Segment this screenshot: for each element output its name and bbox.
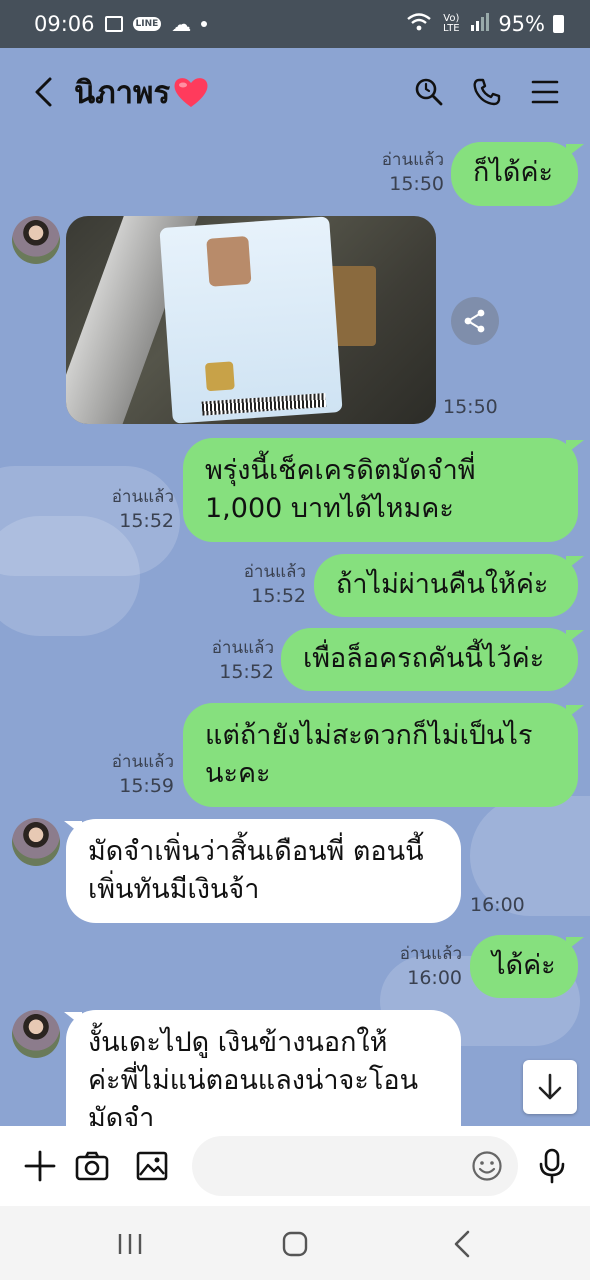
menu-icon[interactable]: [526, 73, 564, 111]
id-card-image: [159, 216, 343, 424]
message-text: ได้ค่ะ: [492, 950, 556, 981]
chat-area[interactable]: อ่านแล้ว 15:50 ก็ได้ค่ะ 15:50 อ่านแล้ว 1…: [0, 136, 590, 1126]
home-icon[interactable]: [275, 1224, 315, 1264]
message-input-bar: [0, 1126, 590, 1206]
message-text: เพื่อล็อครถคันนี้ไว้ค่ะ: [303, 643, 545, 674]
message-text-line: พรุ่งนี้เช็คเครดิตมัดจำพี่: [205, 455, 476, 486]
contact-name: นิภาพร: [74, 75, 171, 111]
emoji-icon[interactable]: [470, 1149, 504, 1183]
outgoing-message[interactable]: ถ้าไม่ผ่านคืนให้ค่ะ: [314, 554, 578, 617]
dot-icon: [201, 21, 208, 27]
incoming-message[interactable]: มัดจำเพิ่นว่าสิ้นเดือนพี่ ตอนนี้ เพิ่นทั…: [66, 819, 461, 923]
message-meta: อ่านแล้ว 16:00: [400, 942, 462, 990]
status-time: 09:06: [34, 12, 95, 36]
search-icon[interactable]: [410, 73, 448, 111]
message-time: 16:00: [470, 894, 525, 916]
heart-icon: [172, 75, 210, 109]
outgoing-message[interactable]: พรุ่งนี้เช็คเครดิตมัดจำพี่ 1,000 บาทได้ไ…: [183, 438, 578, 542]
avatar[interactable]: [12, 1010, 60, 1058]
scroll-to-bottom-button[interactable]: [523, 1060, 577, 1114]
nav-back-icon[interactable]: [442, 1224, 482, 1264]
contact-title[interactable]: นิภาพร: [74, 67, 210, 117]
message-text-line: ค่ะพี่ไม่แน่ตอนแลงน่าจะโอน: [88, 1065, 419, 1096]
wifi-icon: [406, 12, 432, 37]
message-time: 15:50: [389, 173, 444, 195]
outgoing-message[interactable]: เพื่อล็อครถคันนี้ไว้ค่ะ: [281, 628, 578, 691]
battery-percent: 95%: [498, 12, 545, 36]
line-icon: LINE: [132, 17, 162, 31]
message-text-line: งั้นเดะไปดู เงินข้างนอกให้: [88, 1027, 388, 1058]
message-text-line: 1,000 บาทได้ไหมคะ: [205, 493, 454, 524]
message-meta: อ่านแล้ว 15:52: [112, 485, 174, 533]
signal-icon: [470, 12, 490, 37]
chat-header: นิภาพร: [0, 48, 590, 136]
message-text-line: นะคะ: [205, 758, 271, 789]
message-meta: อ่านแล้ว 15:59: [112, 750, 174, 798]
read-receipt: อ่านแล้ว: [111, 752, 174, 772]
battery-icon: [553, 15, 564, 33]
phone-icon[interactable]: [468, 73, 506, 111]
outgoing-message[interactable]: แต่ถ้ายังไม่สะดวกก็ไม่เป็นไร นะคะ: [183, 703, 578, 807]
message-text-line: มัดจำ: [88, 1103, 155, 1126]
gallery-icon: [104, 16, 123, 32]
message-meta: อ่านแล้ว 15:52: [212, 636, 274, 684]
message-time: 15:52: [251, 585, 306, 607]
back-icon[interactable]: [14, 62, 74, 122]
read-receipt: อ่านแล้ว: [399, 944, 462, 964]
plus-icon[interactable]: [20, 1146, 60, 1186]
system-nav-bar: [0, 1206, 590, 1280]
outgoing-message[interactable]: ได้ค่ะ: [470, 935, 578, 998]
read-receipt: อ่านแล้ว: [111, 487, 174, 507]
read-receipt: อ่านแล้ว: [243, 562, 306, 582]
read-receipt: อ่านแล้ว: [381, 150, 444, 170]
message-meta: อ่านแล้ว 15:52: [244, 560, 306, 608]
read-receipt: อ่านแล้ว: [211, 638, 274, 658]
avatar[interactable]: [12, 818, 60, 866]
status-bar: 09:06 LINE ☁ Vo) LTE 95%: [0, 0, 590, 48]
message-time: 15:52: [119, 510, 174, 532]
recent-apps-icon[interactable]: [110, 1224, 150, 1264]
message-time: 15:59: [119, 775, 174, 797]
message-time: 15:50: [443, 396, 498, 418]
message-text-line: เพิ่นทันมีเงินจ้า: [88, 874, 260, 905]
incoming-message[interactable]: งั้นเดะไปดู เงินข้างนอกให้ ค่ะพี่ไม่แน่ต…: [66, 1010, 461, 1126]
message-meta: อ่านแล้ว 15:50: [382, 148, 444, 196]
avatar[interactable]: [12, 216, 60, 264]
message-text: ก็ได้ค่ะ: [473, 157, 554, 188]
microphone-icon[interactable]: [532, 1146, 572, 1186]
message-text-line: แต่ถ้ายังไม่สะดวกก็ไม่เป็นไร: [205, 720, 533, 751]
share-button[interactable]: [451, 297, 499, 345]
outgoing-message[interactable]: ก็ได้ค่ะ: [451, 142, 578, 206]
message-text: ถ้าไม่ผ่านคืนให้ค่ะ: [336, 569, 549, 600]
message-time: 16:00: [407, 967, 462, 989]
camera-icon[interactable]: [72, 1146, 112, 1186]
cloud-icon: ☁: [171, 12, 192, 36]
volte-label: Vo) LTE: [443, 13, 460, 34]
image-message[interactable]: [66, 216, 436, 424]
gallery-icon[interactable]: [132, 1146, 172, 1186]
message-time: 15:52: [219, 661, 274, 683]
message-text-line: มัดจำเพิ่นว่าสิ้นเดือนพี่ ตอนนี้: [88, 836, 424, 867]
